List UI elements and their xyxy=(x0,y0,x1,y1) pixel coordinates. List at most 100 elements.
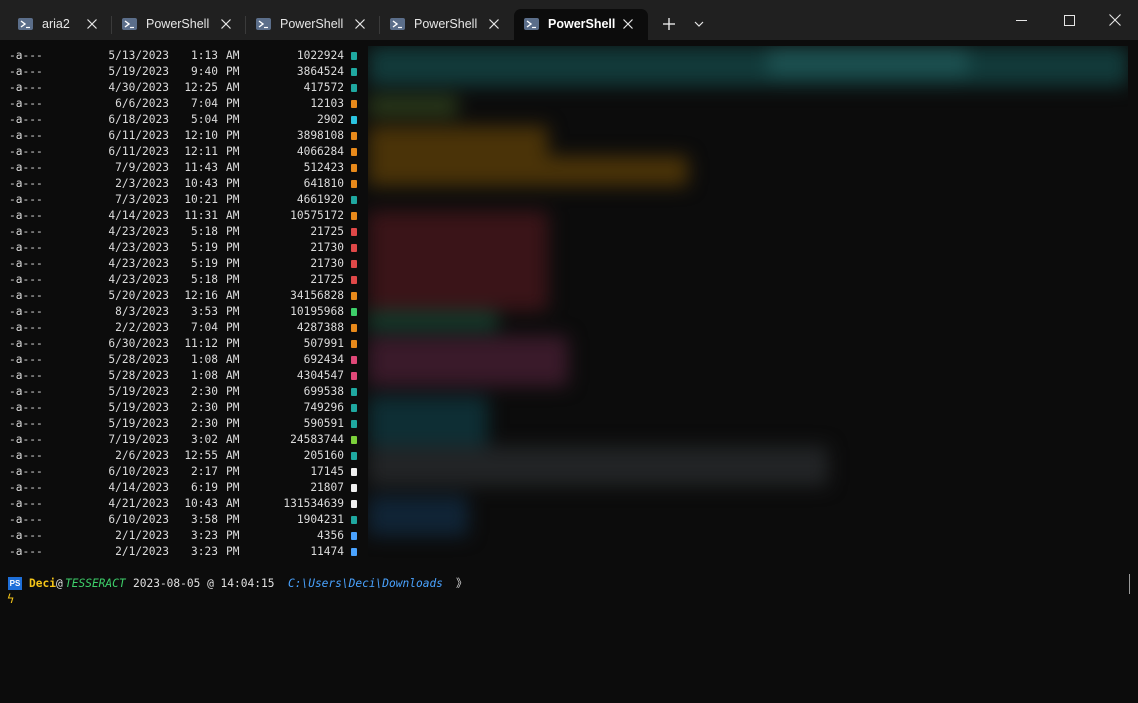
minimize-button[interactable] xyxy=(998,0,1044,40)
file-mode: -a--- xyxy=(9,241,43,254)
close-icon xyxy=(489,19,499,29)
file-teal-icon xyxy=(351,452,357,460)
powershell-icon xyxy=(390,18,405,30)
file-ampm: AM xyxy=(226,49,240,62)
file-ampm: PM xyxy=(226,129,240,142)
file-date: 5/19/2023 xyxy=(108,385,169,398)
list-item: -a--- 4/30/2023 12:25 AM 417572 xyxy=(0,80,368,96)
file-mode: -a--- xyxy=(9,417,43,430)
file-mode: -a--- xyxy=(9,225,43,238)
tab-3[interactable]: PowerShell xyxy=(380,9,512,40)
file-teal-icon xyxy=(351,52,357,60)
file-ampm: PM xyxy=(226,65,240,78)
powershell-icon: PS xyxy=(8,577,22,590)
file-orange-icon xyxy=(351,324,357,332)
plus-blue-icon xyxy=(351,532,357,540)
list-item: -a--- 5/19/2023 2:30 PM 699538 xyxy=(0,384,368,400)
close-tab-button[interactable] xyxy=(484,14,504,34)
file-date: 6/11/2023 xyxy=(108,129,169,142)
close-tab-button[interactable] xyxy=(350,14,370,34)
file-ampm: PM xyxy=(226,481,240,494)
file-time: 10:43 xyxy=(184,497,218,510)
file-ampm: PM xyxy=(226,273,240,286)
plus-icon xyxy=(663,18,675,30)
file-size: 4356 xyxy=(317,529,344,542)
directory-listing: -a--- 5/13/2023 1:13 AM 1022924 -a--- 5/19/202… xyxy=(0,48,368,560)
file-time: 12:16 xyxy=(184,289,218,302)
file-date: 6/6/2023 xyxy=(115,97,169,110)
file-teal-icon xyxy=(351,68,357,76)
file-mode: -a--- xyxy=(9,449,43,462)
file-mode: -a--- xyxy=(9,273,43,286)
file-size: 4287388 xyxy=(296,321,344,334)
close-tab-button[interactable] xyxy=(216,14,236,34)
list-item: -a--- 6/6/2023 7:04 PM 12103 xyxy=(0,96,368,112)
file-size: 749296 xyxy=(303,401,344,414)
tab-dropdown-button[interactable] xyxy=(688,12,710,36)
close-tab-button[interactable] xyxy=(618,14,638,34)
tab-1[interactable]: PowerShell xyxy=(112,9,244,40)
file-cyan-icon xyxy=(351,116,357,124)
file-size: 21730 xyxy=(310,241,344,254)
close-window-button[interactable] xyxy=(1092,0,1138,40)
file-time: 2:30 xyxy=(191,401,218,414)
list-item: -a--- 6/11/2023 12:10 PM 3898108 xyxy=(0,128,368,144)
file-size: 4304547 xyxy=(296,369,344,382)
scrollbar[interactable] xyxy=(1129,574,1130,594)
file-date: 2/1/2023 xyxy=(115,529,169,542)
list-item: -a--- 2/6/2023 12:55 AM 205160 xyxy=(0,448,368,464)
file-size: 24583744 xyxy=(290,433,344,446)
file-size: 34156828 xyxy=(290,289,344,302)
file-orange-icon xyxy=(351,132,357,140)
file-mode: -a--- xyxy=(9,257,43,270)
file-size: 699538 xyxy=(303,385,344,398)
file-time: 3:23 xyxy=(191,545,218,558)
file-orange-icon xyxy=(351,340,357,348)
file-mode: -a--- xyxy=(9,529,43,542)
tab-2[interactable]: PowerShell xyxy=(246,9,378,40)
file-size: 21725 xyxy=(310,273,344,286)
tab-0[interactable]: aria2 xyxy=(8,9,110,40)
tab-4[interactable]: PowerShell xyxy=(514,9,648,40)
input-line-bolt-icon[interactable]: ϟ xyxy=(7,592,14,606)
file-size: 10195968 xyxy=(290,305,344,318)
installer-green-icon xyxy=(351,308,357,316)
close-tab-button[interactable] xyxy=(82,14,102,34)
powershell-icon xyxy=(524,18,539,30)
file-size: 417572 xyxy=(303,81,344,94)
file-date: 2/2/2023 xyxy=(115,321,169,334)
file-date: 6/10/2023 xyxy=(108,465,169,478)
new-tab-button[interactable] xyxy=(656,12,682,36)
file-orange-icon xyxy=(351,164,357,172)
file-time: 6:19 xyxy=(191,481,218,494)
file-date: 4/14/2023 xyxy=(108,481,169,494)
file-date: 4/23/2023 xyxy=(108,257,169,270)
file-time: 5:19 xyxy=(191,241,218,254)
maximize-button[interactable] xyxy=(1046,0,1092,40)
file-size: 512423 xyxy=(303,161,344,174)
file-mode: -a--- xyxy=(9,545,43,558)
file-ampm: AM xyxy=(226,161,240,174)
file-size: 1022924 xyxy=(296,49,344,62)
file-mode: -a--- xyxy=(9,65,43,78)
file-date: 7/19/2023 xyxy=(108,433,169,446)
file-mode: -a--- xyxy=(9,369,43,382)
file-time: 7:04 xyxy=(191,97,218,110)
prompt-user: Deci xyxy=(29,577,56,590)
file-pink-icon xyxy=(351,356,357,364)
powershell-icon xyxy=(18,18,33,30)
maximize-icon xyxy=(1063,14,1075,26)
file-time: 11:43 xyxy=(184,161,218,174)
file-ampm: AM xyxy=(226,433,240,446)
close-icon xyxy=(1109,14,1121,26)
file-mode: -a--- xyxy=(9,353,43,366)
file-ampm: PM xyxy=(226,97,240,110)
file-mode: -a--- xyxy=(9,193,43,206)
prompt-datetime: 2023-08-05 @ 14:04:15 xyxy=(133,577,275,590)
file-size: 590591 xyxy=(303,417,344,430)
file-date: 5/28/2023 xyxy=(108,369,169,382)
file-time: 2:30 xyxy=(191,417,218,430)
list-item: -a--- 7/19/2023 3:02 AM 24583744 xyxy=(0,432,368,448)
file-time: 11:12 xyxy=(184,337,218,350)
file-mode: -a--- xyxy=(9,497,43,510)
